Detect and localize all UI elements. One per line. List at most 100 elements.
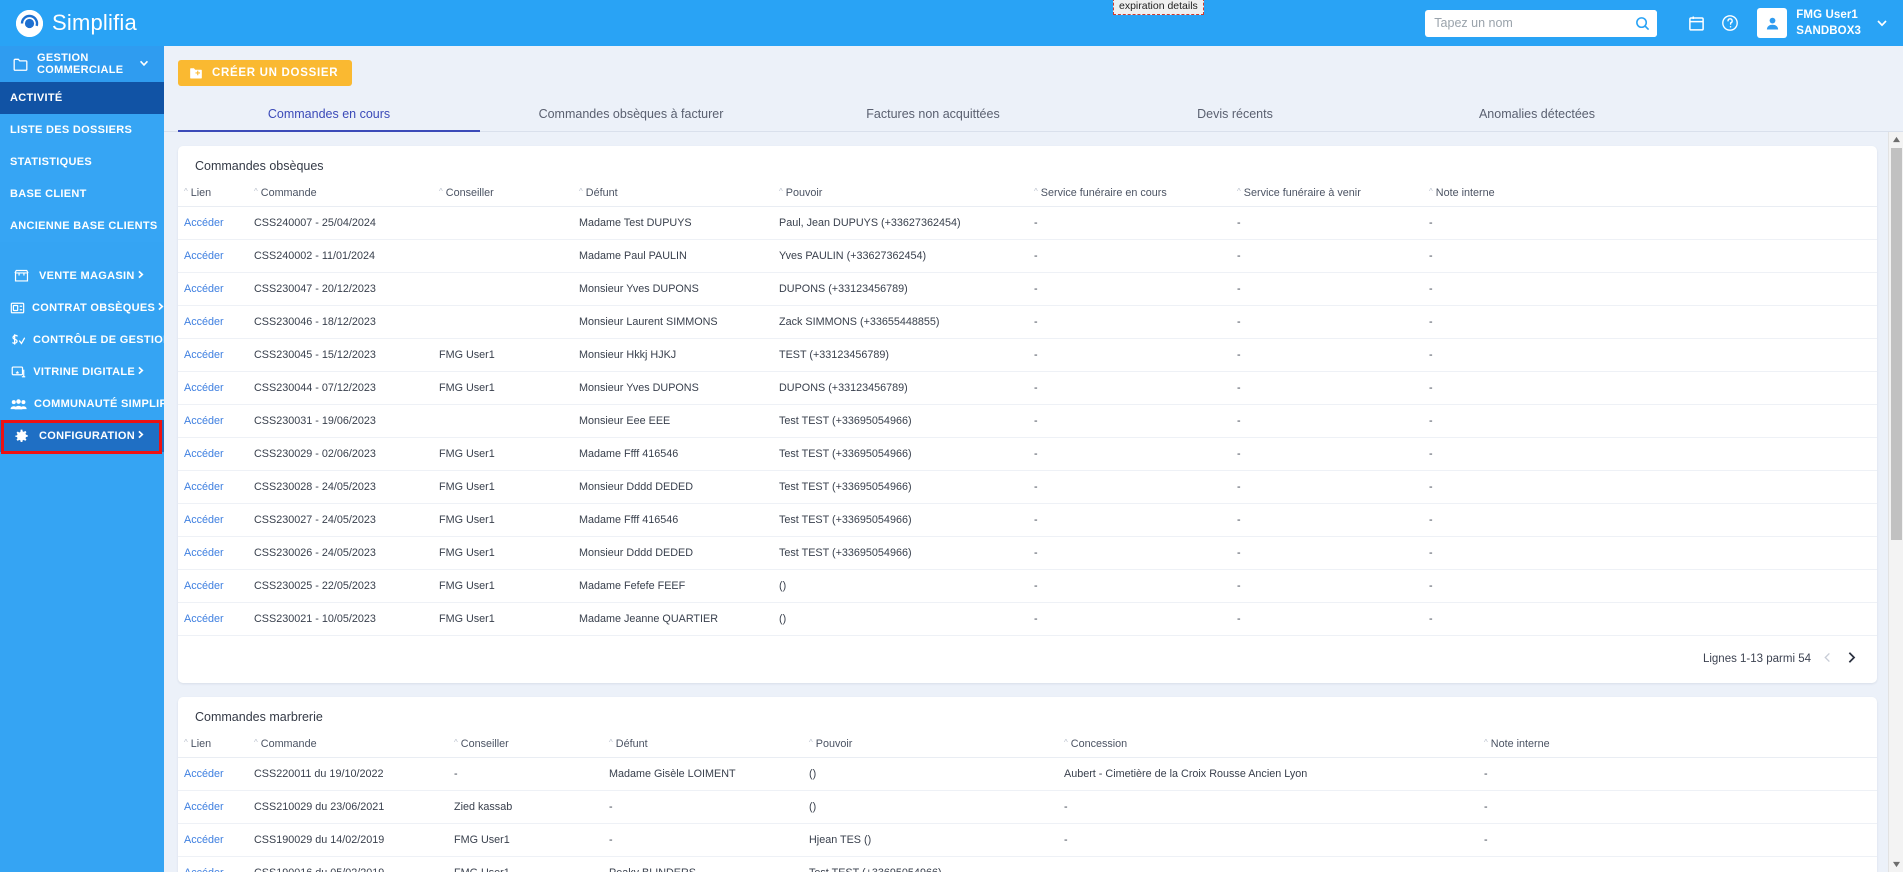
chevron-right-icon[interactable] xyxy=(135,269,146,283)
table-row[interactable]: Accéder CSS230031 - 19/06/2023 Monsieur Ee… xyxy=(178,404,1877,438)
table-row[interactable]: Accéder CSS220011 du 19/10/2022- Madame Gi… xyxy=(178,757,1877,791)
acceder-link[interactable]: Accéder xyxy=(184,768,224,780)
table-row[interactable]: Accéder CSS230027 - 24/05/2023 FMG User1 Ma… xyxy=(178,503,1877,537)
acceder-link[interactable]: Accéder xyxy=(184,382,224,394)
col-conseiller[interactable]: ^ Conseiller xyxy=(433,182,573,207)
col-service-funeraire-en-cours[interactable]: ^ Service funéraire en cours xyxy=(1028,182,1231,207)
acceder-link[interactable]: Accéder xyxy=(184,250,224,262)
sidebar-item-vitrine-digitale[interactable]: VITRINE DIGITALE xyxy=(0,356,164,388)
col-commande[interactable]: ^ Commande xyxy=(248,733,448,758)
table-row[interactable]: Accéder CSS230026 - 24/05/2023 FMG User1 Mo… xyxy=(178,536,1877,570)
table-row[interactable]: Accéder CSS230028 - 24/05/2023 FMG User1 Mo… xyxy=(178,470,1877,504)
tab-devis-recents[interactable]: Devis récents xyxy=(1084,101,1386,131)
sidebar-item-vente-magasin[interactable]: VENTE MAGASIN xyxy=(0,260,164,292)
table-row[interactable]: Accéder CSS240002 - 11/01/2024 Madame Paul… xyxy=(178,239,1877,273)
cell-lien[interactable]: Accéder xyxy=(178,404,248,438)
sidebar-item-ancienne-base-clients[interactable]: ANCIENNE BASE CLIENTS xyxy=(0,210,164,242)
acceder-link[interactable]: Accéder xyxy=(184,613,224,625)
cell-lien[interactable]: Accéder xyxy=(178,272,248,306)
scroll-up-arrow-icon[interactable] xyxy=(1889,132,1903,147)
col-concession[interactable]: ^ Concession xyxy=(1058,733,1478,758)
acceder-link[interactable]: Accéder xyxy=(184,867,224,872)
table-row[interactable]: Accéder CSS190016 du 05/02/2019FMG User1P… xyxy=(178,856,1877,872)
scroll-down-arrow-icon[interactable] xyxy=(1889,857,1903,872)
sidebar-item-communaute-simplifia[interactable]: COMMUNAUTÉ SIMPLIFIA xyxy=(0,388,164,420)
table-row[interactable]: Accéder CSS230021 - 10/05/2023 FMG User1 Ma… xyxy=(178,602,1877,636)
chevron-right-icon[interactable] xyxy=(1844,650,1859,667)
table-row[interactable]: Accéder CSS230044 - 07/12/2023 FMG User1 Mo… xyxy=(178,371,1877,405)
cell-lien[interactable]: Accéder xyxy=(178,470,248,504)
table-row[interactable]: Accéder CSS240007 - 25/04/2024 Madame Test… xyxy=(178,206,1877,240)
user-block[interactable]: FMG User1 SANDBOX3 xyxy=(1796,7,1861,40)
sidebar-item-contrat-obseques[interactable]: CONTRAT OBSÈQUES xyxy=(0,292,164,324)
sidebar-item-base-client[interactable]: BASE CLIENT xyxy=(0,178,164,210)
table-row[interactable]: Accéder CSS190029 du 14/02/2019 FMG User1-… xyxy=(178,823,1877,857)
tab-factures-non-acquittees[interactable]: Factures non acquittées xyxy=(782,101,1084,131)
table-row[interactable]: Accéder CSS230046 - 18/12/2023 Monsieur La… xyxy=(178,305,1877,339)
content-scrollbar-thumb[interactable] xyxy=(1891,148,1902,540)
search-icon[interactable] xyxy=(1627,9,1658,37)
search-input[interactable] xyxy=(1425,9,1628,37)
table-row[interactable]: Accéder CSS230047 - 20/12/2023 Monsieur Yv… xyxy=(178,272,1877,306)
cell-lien[interactable]: Accéder xyxy=(178,823,248,857)
user-avatar-icon[interactable] xyxy=(1757,8,1788,38)
table-row[interactable]: Accéder CSS230029 - 02/06/2023 FMG User1 Ma… xyxy=(178,437,1877,471)
cell-lien[interactable]: Accéder xyxy=(178,569,248,603)
acceder-link[interactable]: Accéder xyxy=(184,834,224,846)
sidebar-item-statistiques[interactable]: STATISTIQUES xyxy=(0,146,164,178)
sidebar-item-liste-des-dossiers[interactable]: LISTE DES DOSSIERS xyxy=(0,114,164,146)
tab-commandes-obseques-a-facturer[interactable]: Commandes obsèques à facturer xyxy=(480,101,782,131)
acceder-link[interactable]: Accéder xyxy=(184,481,224,493)
col-note-interne[interactable]: ^ Note interne xyxy=(1478,733,1877,758)
chevron-left-icon[interactable] xyxy=(1821,651,1834,666)
acceder-link[interactable]: Accéder xyxy=(184,547,224,559)
cell-lien[interactable]: Accéder xyxy=(178,437,248,471)
chevron-down-icon[interactable] xyxy=(1875,16,1889,30)
chevron-down-icon[interactable] xyxy=(138,57,150,72)
brand[interactable]: Simplifia xyxy=(0,9,200,37)
cell-lien[interactable]: Accéder xyxy=(178,239,248,273)
content-scrollbar[interactable] xyxy=(1888,132,1903,872)
cell-lien[interactable]: Accéder xyxy=(178,856,248,872)
table-row[interactable]: Accéder CSS210029 du 23/06/2021 Zied kassa… xyxy=(178,790,1877,824)
col-pouvoir[interactable]: ^ Pouvoir xyxy=(773,182,1028,207)
table-row[interactable]: Accéder CSS230045 - 15/12/2023 FMG User1 Mo… xyxy=(178,338,1877,372)
tab-anomalies-detectees[interactable]: Anomalies détectées xyxy=(1386,101,1688,131)
chevron-right-icon[interactable] xyxy=(155,301,164,315)
search-box[interactable] xyxy=(1425,9,1658,37)
col-note-interne[interactable]: ^ Note interne xyxy=(1423,182,1877,207)
cell-lien[interactable]: Accéder xyxy=(178,206,248,240)
acceder-link[interactable]: Accéder xyxy=(184,580,224,592)
sidebar-item-activite[interactable]: ACTIVITÉ xyxy=(0,82,164,114)
help-circle-icon[interactable] xyxy=(1713,6,1747,40)
chevron-right-icon[interactable] xyxy=(135,365,146,379)
cell-lien[interactable]: Accéder xyxy=(178,503,248,537)
tab-commandes-en-cours[interactable]: Commandes en cours xyxy=(178,101,480,132)
cell-lien[interactable]: Accéder xyxy=(178,602,248,636)
cell-lien[interactable]: Accéder xyxy=(178,371,248,405)
cell-lien[interactable]: Accéder xyxy=(178,536,248,570)
cell-lien[interactable]: Accéder xyxy=(178,790,248,824)
sidebar-group-gestion-commerciale[interactable]: GESTION COMMERCIALE xyxy=(0,46,164,82)
table-row[interactable]: Accéder CSS230025 - 22/05/2023 FMG User1 Ma… xyxy=(178,569,1877,603)
col-lien[interactable]: ^ Lien xyxy=(178,182,248,207)
col-commande[interactable]: ^ Commande xyxy=(248,182,433,207)
chevron-right-icon[interactable] xyxy=(135,429,146,443)
col-lien[interactable]: ^ Lien xyxy=(178,733,248,758)
acceder-link[interactable]: Accéder xyxy=(184,349,224,361)
cell-lien[interactable]: Accéder xyxy=(178,757,248,791)
cell-lien[interactable]: Accéder xyxy=(178,338,248,372)
col-conseiller[interactable]: ^ Conseiller xyxy=(448,733,603,758)
col-defunt[interactable]: ^ Défunt xyxy=(573,182,773,207)
col-service-funeraire-a-venir[interactable]: ^ Service funéraire à venir xyxy=(1231,182,1423,207)
calendar-icon[interactable] xyxy=(1679,6,1713,40)
acceder-link[interactable]: Accéder xyxy=(184,415,224,427)
acceder-link[interactable]: Accéder xyxy=(184,801,224,813)
col-pouvoir[interactable]: ^ Pouvoir xyxy=(803,733,1058,758)
create-dossier-button[interactable]: CRÉER UN DOSSIER xyxy=(178,60,353,86)
acceder-link[interactable]: Accéder xyxy=(184,514,224,526)
sidebar-item-configuration[interactable]: CONFIGURATION xyxy=(0,420,164,454)
sidebar-item-controle-de-gestion[interactable]: CONTRÔLE DE GESTION xyxy=(0,324,164,356)
cell-lien[interactable]: Accéder xyxy=(178,305,248,339)
acceder-link[interactable]: Accéder xyxy=(184,316,224,328)
